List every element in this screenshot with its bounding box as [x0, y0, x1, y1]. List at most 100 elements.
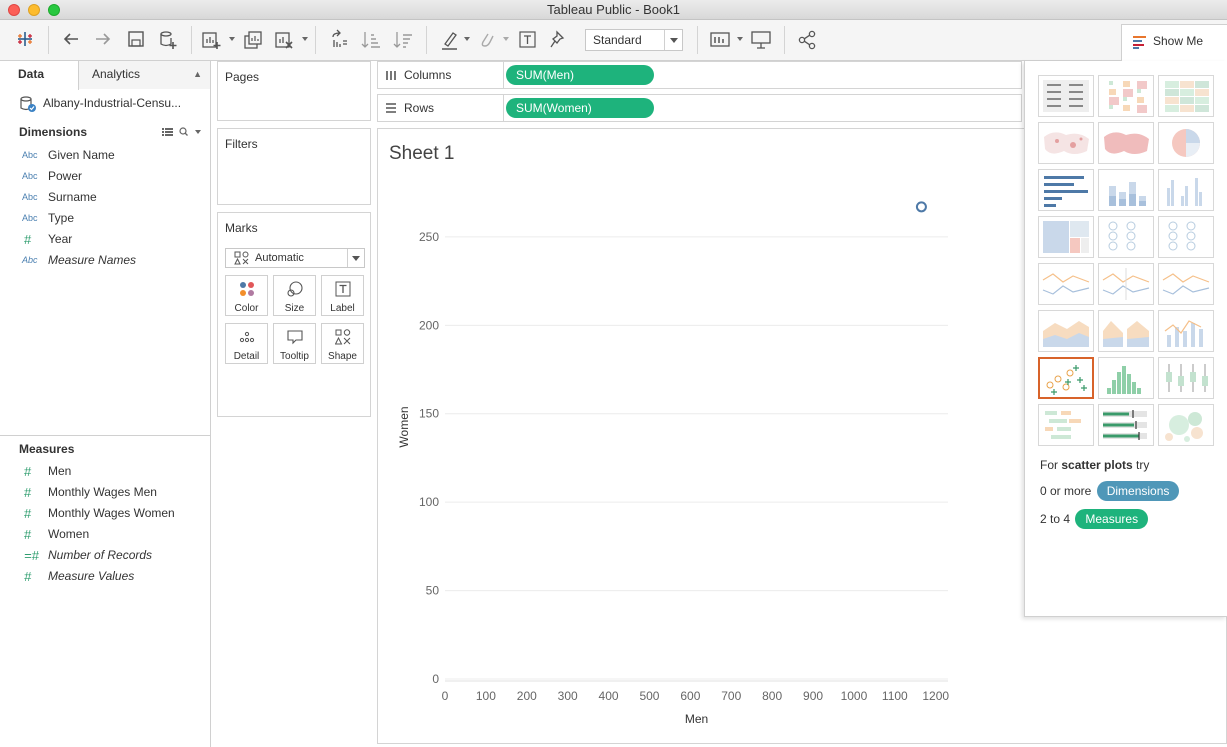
- field-item[interactable]: # Year: [0, 229, 210, 250]
- columns-shelf[interactable]: Columns SUM(Men): [377, 61, 1022, 89]
- field-item[interactable]: # Measure Values: [0, 566, 210, 587]
- chart-type-text-table-icon[interactable]: [1038, 75, 1094, 117]
- field-item[interactable]: =# Number of Records: [0, 545, 210, 566]
- chart-type-stacked-bars-icon[interactable]: [1098, 169, 1154, 211]
- sort-descending-icon[interactable]: [392, 29, 414, 51]
- save-icon[interactable]: [126, 29, 146, 51]
- close-window-button[interactable]: [8, 4, 20, 16]
- field-item[interactable]: Abc Type: [0, 208, 210, 229]
- new-datasource-icon[interactable]: [157, 29, 179, 51]
- detail-button[interactable]: Detail: [225, 323, 268, 364]
- duplicate-sheet-icon[interactable]: [242, 29, 264, 51]
- pin-icon[interactable]: [548, 29, 570, 51]
- chart-type-pie-chart-icon[interactable]: [1158, 122, 1214, 164]
- new-worksheet-icon[interactable]: [200, 29, 222, 51]
- field-item[interactable]: # Monthly Wages Women: [0, 503, 210, 524]
- chart-type-area-continuous-icon[interactable]: [1038, 310, 1094, 352]
- show-cards-icon[interactable]: [709, 29, 731, 51]
- chart-type-horizontal-bars-icon[interactable]: [1038, 169, 1094, 211]
- tab-analytics-label: Analytics: [92, 67, 141, 81]
- number-type-icon: #: [24, 506, 32, 521]
- shape-button[interactable]: Shape: [321, 323, 364, 364]
- number-type-icon: #: [24, 232, 32, 247]
- chart-type-histogram-icon[interactable]: [1098, 357, 1154, 399]
- datasource-name: Albany-Industrial-Censu...: [43, 96, 182, 110]
- undo-icon[interactable]: [61, 29, 81, 51]
- chart-type-symbol-map-icon[interactable]: [1038, 122, 1094, 164]
- data-point[interactable]: [915, 201, 927, 213]
- chart-type-packed-bubbles-icon[interactable]: [1158, 404, 1214, 446]
- highlight-icon[interactable]: [439, 29, 461, 51]
- chart-type-continuous-lines-icon[interactable]: [1038, 263, 1094, 305]
- chart-type-discrete-lines-icon[interactable]: [1098, 263, 1154, 305]
- chart-type-gantt-icon[interactable]: [1038, 404, 1094, 446]
- string-type-icon: Abc: [22, 192, 38, 202]
- rows-pill[interactable]: SUM(Women): [506, 98, 654, 118]
- color-button[interactable]: Color: [225, 275, 268, 316]
- group-icon[interactable]: [476, 29, 498, 51]
- chart-type-highlight-table-icon[interactable]: [1158, 75, 1214, 117]
- up-down-icon: ▲︎: [193, 69, 202, 79]
- field-label: Power: [48, 169, 83, 183]
- chart-type-side-by-side-circles-icon[interactable]: [1158, 216, 1214, 258]
- field-item[interactable]: Abc Power: [0, 166, 210, 187]
- tableau-logo-icon[interactable]: [15, 29, 35, 51]
- field-item[interactable]: Abc Surname: [0, 187, 210, 208]
- tab-data[interactable]: Data: [0, 61, 79, 90]
- pane-divider[interactable]: [0, 435, 210, 437]
- dimensions-header: Dimensions: [0, 121, 210, 143]
- rows-icon: [386, 103, 396, 113]
- field-item[interactable]: # Women: [0, 524, 210, 545]
- chart-type-treemap-icon[interactable]: [1038, 216, 1094, 258]
- field-item[interactable]: Abc Given Name: [0, 145, 210, 166]
- label-button[interactable]: Label: [321, 275, 364, 316]
- label-icon[interactable]: [517, 29, 539, 51]
- chart-type-heat-map-icon[interactable]: [1098, 75, 1154, 117]
- y-tick-label: 150: [419, 407, 439, 421]
- maximize-window-button[interactable]: [48, 4, 60, 16]
- rows-shelf-label: Rows: [378, 95, 504, 121]
- swap-icon[interactable]: [328, 29, 350, 51]
- measures-pill: Measures: [1075, 509, 1149, 529]
- chart-type-area-discrete-icon[interactable]: [1098, 310, 1154, 352]
- chart-type-box-whisker-icon[interactable]: [1158, 357, 1214, 399]
- tab-analytics[interactable]: Analytics ▲︎: [79, 61, 210, 89]
- minimize-window-button[interactable]: [28, 4, 40, 16]
- chart-type-dual-combination-icon[interactable]: [1158, 310, 1214, 352]
- chart-type-scatter-plot-icon[interactable]: [1038, 357, 1094, 399]
- field-item[interactable]: Abc Measure Names: [0, 250, 210, 271]
- sort-ascending-icon[interactable]: [360, 29, 382, 51]
- clear-sheet-icon[interactable]: [273, 29, 295, 51]
- mark-type-value: Automatic: [255, 252, 304, 264]
- y-tick-label: 250: [419, 230, 439, 244]
- chevron-down-icon: [664, 30, 682, 50]
- presentation-icon[interactable]: [750, 29, 772, 51]
- chart-type-filled-map-icon[interactable]: [1098, 122, 1154, 164]
- chart-type-circle-views-icon[interactable]: [1098, 216, 1154, 258]
- number-type-icon: #: [24, 464, 32, 479]
- x-tick-label: 1100: [882, 689, 908, 703]
- tooltip-button[interactable]: Tooltip: [273, 323, 316, 364]
- x-tick-label: 400: [599, 689, 619, 703]
- mark-type-select[interactable]: Automatic: [225, 248, 365, 268]
- field-item[interactable]: # Men: [0, 461, 210, 482]
- field-item[interactable]: # Monthly Wages Men: [0, 482, 210, 503]
- filters-card[interactable]: Filters: [217, 128, 371, 205]
- field-label: Number of Records: [48, 548, 153, 562]
- size-button[interactable]: Size: [273, 275, 316, 316]
- columns-pill[interactable]: SUM(Men): [506, 65, 654, 85]
- chart-type-side-by-side-bars-icon[interactable]: [1158, 169, 1214, 211]
- y-axis-title: Women: [397, 406, 411, 447]
- rows-shelf[interactable]: Rows SUM(Women): [377, 94, 1022, 122]
- fit-select[interactable]: Standard: [585, 29, 683, 51]
- measures-header: Measures: [19, 442, 75, 456]
- chart-type-bullet-graph-icon[interactable]: [1098, 404, 1154, 446]
- pages-title: Pages: [225, 70, 260, 84]
- redo-icon[interactable]: [93, 29, 113, 51]
- pages-card[interactable]: Pages: [217, 61, 371, 121]
- show-me-button[interactable]: Show Me: [1121, 24, 1227, 61]
- share-icon[interactable]: [797, 29, 819, 51]
- datasource-item[interactable]: Albany-Industrial-Censu...: [0, 89, 210, 119]
- number-type-icon: #: [24, 569, 32, 584]
- chart-type-dual-lines-icon[interactable]: [1158, 263, 1214, 305]
